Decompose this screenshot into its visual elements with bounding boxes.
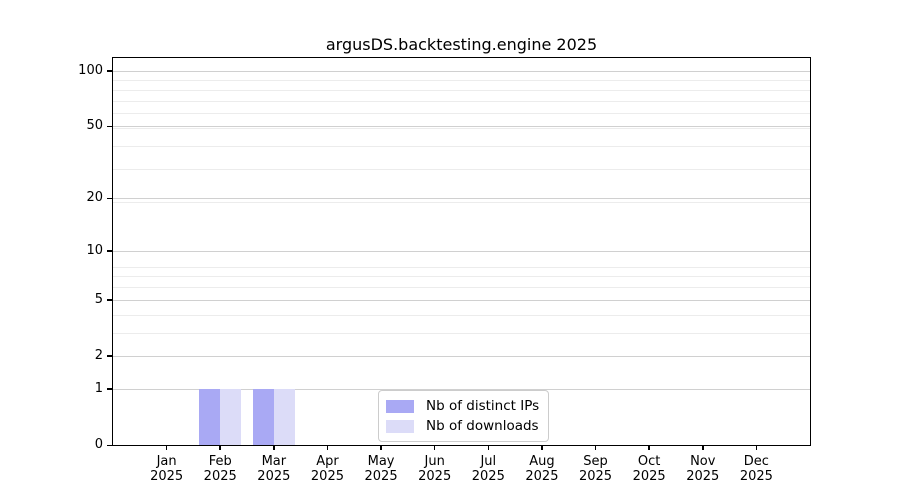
legend-swatch (386, 420, 414, 433)
month-label: Feb (192, 454, 248, 469)
y-axis-tick-label: 50 (51, 117, 103, 135)
x-axis-tick (327, 445, 329, 450)
year-label: 2025 (460, 469, 516, 484)
x-axis-tick (166, 445, 168, 450)
year-label: 2025 (192, 469, 248, 484)
x-axis-tick (756, 445, 758, 450)
grid-major-line (113, 356, 810, 357)
month-label: Jul (460, 454, 516, 469)
month-label: Aug (514, 454, 570, 469)
x-axis-tick (648, 445, 650, 450)
bar-downloads (220, 389, 241, 445)
grid-minor-line (113, 315, 810, 316)
x-axis-tick (595, 445, 597, 450)
x-axis-tick-label: Apr2025 (299, 454, 355, 484)
legend-entry: Nb of distinct IPs (386, 396, 539, 416)
x-axis-tick-label: Nov2025 (675, 454, 731, 484)
month-label: May (353, 454, 409, 469)
grid-major-line (113, 251, 810, 252)
grid-minor-line (113, 333, 810, 334)
year-label: 2025 (621, 469, 677, 484)
y-axis-tick (107, 445, 113, 447)
x-axis-tick-label: Jun2025 (407, 454, 463, 484)
y-axis-tick (107, 250, 113, 252)
grid-minor-line (113, 90, 810, 91)
grid-major-line (113, 300, 810, 301)
grid-minor-line (113, 287, 810, 288)
x-axis-tick (273, 445, 275, 450)
month-label: Oct (621, 454, 677, 469)
grid-minor-line (113, 113, 810, 114)
grid-major-line (113, 71, 810, 72)
x-axis-tick-label: Aug2025 (514, 454, 570, 484)
bar-downloads (274, 389, 295, 445)
month-label: Sep (568, 454, 624, 469)
x-axis-tick (219, 445, 221, 450)
grid-minor-line (113, 80, 810, 81)
x-axis-tick-label: Dec2025 (728, 454, 784, 484)
figure: argusDS.backtesting.engine 2025 Nb of di… (0, 0, 900, 500)
grid-minor-line (113, 202, 810, 203)
year-label: 2025 (568, 469, 624, 484)
legend: Nb of distinct IPsNb of downloads (378, 390, 549, 442)
y-axis-tick-label: 100 (51, 62, 103, 80)
y-axis-tick-label: 0 (51, 436, 103, 454)
bar-distinct-ips (199, 389, 220, 445)
y-axis-tick-label: 5 (51, 291, 103, 309)
x-axis-tick-label: Oct2025 (621, 454, 677, 484)
grid-minor-line (113, 276, 810, 277)
month-label: Apr (299, 454, 355, 469)
month-label: Jan (139, 454, 195, 469)
legend-entry-label: Nb of downloads (426, 416, 539, 436)
year-label: 2025 (514, 469, 570, 484)
y-axis-tick-label: 10 (51, 242, 103, 260)
y-axis-tick (107, 70, 113, 72)
y-axis-tick (107, 126, 113, 128)
grid-minor-line (113, 101, 810, 102)
plot-area: Nb of distinct IPsNb of downloads 012510… (113, 58, 810, 445)
year-label: 2025 (407, 469, 463, 484)
x-axis-tick-label: Feb2025 (192, 454, 248, 484)
x-axis-tick (488, 445, 490, 450)
grid-major-line (113, 126, 810, 127)
grid-major-line (113, 198, 810, 199)
y-axis-tick-label: 2 (51, 347, 103, 365)
grid-minor-line (113, 128, 810, 129)
x-axis-tick-label: Mar2025 (246, 454, 302, 484)
month-label: Mar (246, 454, 302, 469)
grid-minor-line (113, 267, 810, 268)
y-axis-tick (107, 388, 113, 390)
x-axis-tick-label: Jul2025 (460, 454, 516, 484)
x-axis-tick (434, 445, 436, 450)
legend-entry-label: Nb of distinct IPs (426, 396, 539, 416)
x-axis-tick-label: Sep2025 (568, 454, 624, 484)
y-axis-tick (107, 299, 113, 301)
legend-swatch (386, 400, 414, 413)
month-label: Dec (728, 454, 784, 469)
y-axis-tick-label: 20 (51, 189, 103, 207)
year-label: 2025 (728, 469, 784, 484)
legend-entry: Nb of downloads (386, 416, 539, 436)
x-axis-tick-label: May2025 (353, 454, 409, 484)
y-axis-tick (107, 355, 113, 357)
month-label: Jun (407, 454, 463, 469)
year-label: 2025 (139, 469, 195, 484)
year-label: 2025 (353, 469, 409, 484)
grid-minor-line (113, 146, 810, 147)
x-axis-tick-label: Jan2025 (139, 454, 195, 484)
year-label: 2025 (299, 469, 355, 484)
x-axis-tick (541, 445, 543, 450)
year-label: 2025 (675, 469, 731, 484)
x-axis-tick (702, 445, 704, 450)
year-label: 2025 (246, 469, 302, 484)
bar-distinct-ips (253, 389, 274, 445)
month-label: Nov (675, 454, 731, 469)
grid-minor-line (113, 169, 810, 170)
x-axis-tick (380, 445, 382, 450)
y-axis-tick (107, 198, 113, 200)
chart-title: argusDS.backtesting.engine 2025 (113, 35, 810, 54)
y-axis-tick-label: 1 (51, 380, 103, 398)
